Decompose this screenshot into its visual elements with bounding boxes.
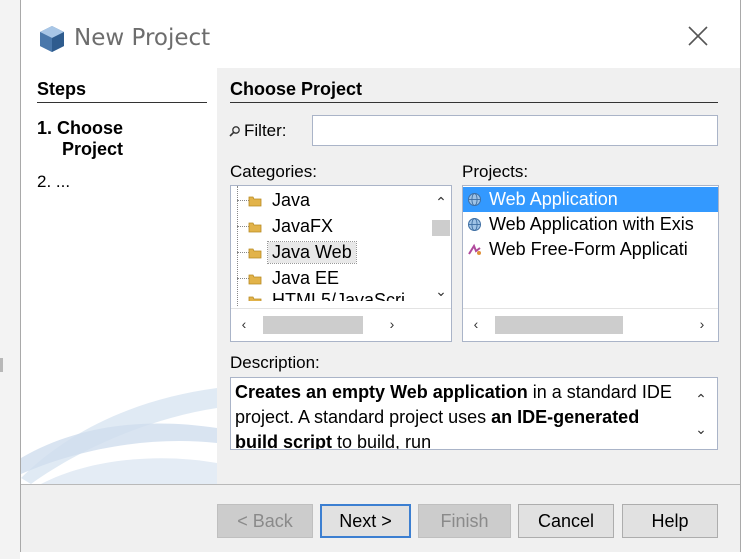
scroll-down-icon[interactable]: ⌄ [692,422,710,436]
step-2-number: 2. [37,172,52,191]
filter-label: Filter: [229,121,287,141]
description-box[interactable]: Creates an empty Web application in a st… [230,377,718,450]
categories-label: Categories: [230,162,317,181]
steps-panel: Steps 1. Choose Project 2. ... [21,68,217,484]
scroll-up-icon[interactable]: ⌃ [432,195,450,209]
search-icon [229,126,240,137]
folder-icon [248,196,262,207]
category-item-html5[interactable]: HTML5/JavaScri [231,291,421,301]
projects-list[interactable]: Web Application Web Application with Exi… [462,185,719,342]
close-icon[interactable] [684,22,712,50]
background-window-edge [0,0,20,559]
dialog-title: New Project [74,25,211,51]
dialog-body: Steps 1. Choose Project 2. ... Choose Pr… [21,68,740,484]
netbeans-cube-icon [40,26,64,52]
categories-vertical-scrollbar[interactable]: ⌃ ⌄ [431,186,451,308]
finish-button[interactable]: Finish [418,504,511,538]
step-1-label-line1: Choose [57,118,124,138]
step-1-label-line2: Project [62,139,124,159]
category-label: Java Web [267,241,357,264]
project-item-web-application[interactable]: Web Application [463,187,718,212]
panel-divider [230,102,718,103]
cancel-button[interactable]: Cancel [518,504,614,538]
description-label: Description: [230,353,320,372]
folder-icon [248,274,262,285]
title-bar[interactable]: New Project [21,0,740,68]
freeform-icon [468,243,481,255]
choose-project-panel: Choose Project Filter: Categories: Proje… [217,68,742,484]
project-label: Web Application [489,189,618,209]
project-label: Web Free-Form Applicati [489,239,688,259]
steps-divider [37,102,207,103]
scroll-down-icon[interactable]: ⌄ [432,284,450,298]
scroll-thumb[interactable] [432,220,450,236]
project-item-web-free-form[interactable]: Web Free-Form Applicati [463,237,718,262]
globe-icon [468,193,481,206]
step-2: 2. ... [37,172,70,192]
help-button[interactable]: Help [622,504,718,538]
folder-icon [248,222,262,233]
project-item-web-application-existing[interactable]: Web Application with Exis [463,212,718,237]
scroll-right-icon[interactable]: › [693,317,711,331]
panel-header: Choose Project [230,79,363,99]
step-1-number: 1. [37,118,53,138]
description-bold-1: Creates an empty Web application [235,382,528,402]
filter-label-text: Filter: [244,121,287,140]
step-2-label: ... [55,172,71,191]
categories-horizontal-scrollbar[interactable]: ‹ › [231,308,451,341]
back-button[interactable]: < Back [217,504,313,538]
new-project-dialog: New Project Steps 1. Choose Project 2. .… [20,0,741,552]
folder-icon [248,296,262,301]
scroll-right-icon[interactable]: › [383,317,401,331]
window-edge-notch [0,358,3,372]
category-label: HTML5/JavaScri [272,291,406,301]
description-text: Creates an empty Web application in a st… [235,380,683,450]
scroll-left-icon[interactable]: ‹ [235,317,253,331]
button-bar: < Back Next > Finish Cancel Help [21,484,740,552]
projects-horizontal-scrollbar[interactable]: ‹ › [463,308,718,341]
category-label: Java [272,190,311,210]
step-1: 1. Choose Project [37,118,207,160]
tree-connector-line [237,186,238,306]
steps-header: Steps [37,79,87,99]
scroll-left-icon[interactable]: ‹ [467,317,485,331]
description-text-2: to build, run [332,432,432,450]
scroll-thumb[interactable] [495,316,623,334]
category-label: Java EE [272,268,340,288]
categories-tree[interactable]: Java JavaFX Java Web Java EE HTML5/JavaS… [230,185,452,342]
wizard-swoosh-graphic [21,388,217,484]
projects-label: Projects: [462,162,529,181]
filter-input[interactable] [312,115,718,146]
folder-icon [248,248,262,259]
project-label: Web Application with Exis [489,214,694,234]
next-button[interactable]: Next > [320,504,411,538]
scroll-up-icon[interactable]: ⌃ [692,392,710,406]
scroll-thumb[interactable] [263,316,363,334]
category-label: JavaFX [272,216,334,236]
globe-icon [468,218,481,231]
